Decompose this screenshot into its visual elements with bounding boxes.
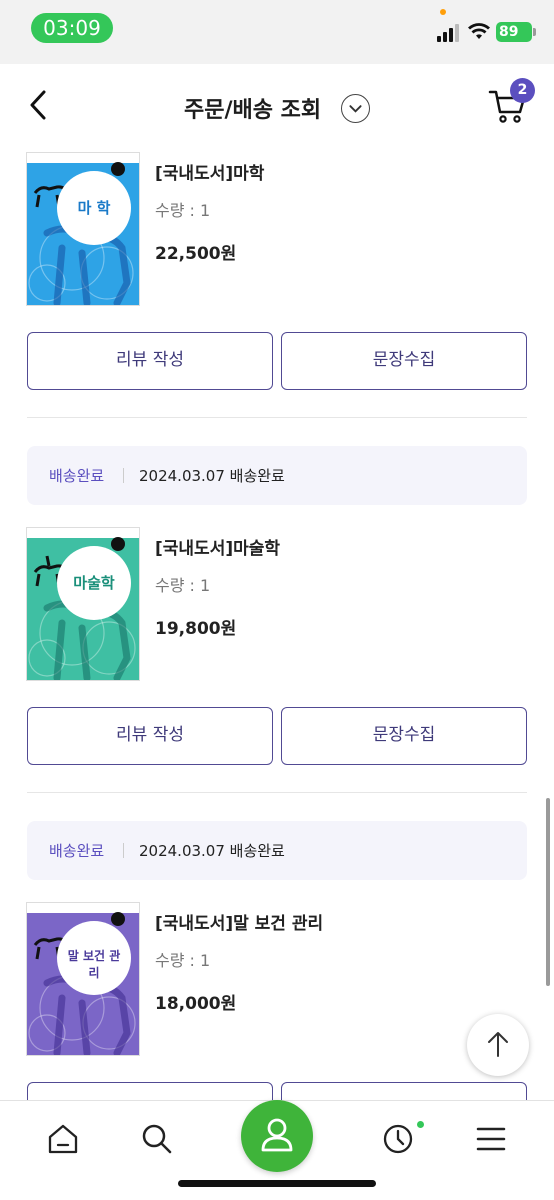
product-quantity: 수량 : 1	[155, 576, 211, 595]
back-icon[interactable]	[26, 88, 50, 122]
product-price: 19,800원	[155, 619, 237, 639]
privacy-indicator-icon	[440, 9, 446, 15]
delivery-status-label: 배송완료	[49, 467, 105, 485]
wifi-icon	[468, 23, 490, 39]
separator	[123, 468, 124, 483]
product-name[interactable]: [국내도서]말 보건 관리	[155, 909, 323, 934]
book-cover-title: 말 보건 관리	[67, 949, 121, 980]
battery-tip	[533, 28, 536, 36]
search-icon[interactable]	[139, 1121, 175, 1157]
scroll-to-top-button[interactable]	[467, 1014, 529, 1076]
book-cover[interactable]: 마 학	[27, 153, 139, 305]
delivery-status-box: 배송완료 2024.03.07 배송완료	[27, 821, 527, 880]
order-item[interactable]: 마 학 [국내도서]마학 수량 : 1 22,500원	[0, 153, 554, 313]
scrollbar[interactable]	[546, 798, 550, 986]
product-name[interactable]: [국내도서]마술학	[155, 534, 280, 559]
home-indicator	[178, 1180, 376, 1187]
person-icon	[261, 1118, 293, 1152]
separator	[123, 843, 124, 858]
divider	[27, 792, 527, 793]
notification-dot	[417, 1121, 424, 1128]
divider	[27, 417, 527, 418]
book-cover-title: 마 학	[77, 199, 111, 217]
write-review-button[interactable]: 리뷰 작성	[27, 707, 273, 765]
battery-level: 89	[496, 22, 532, 42]
order-item[interactable]: 마술학 [국내도서]마술학 수량 : 1 19,800원	[0, 528, 554, 688]
product-quantity: 수량 : 1	[155, 201, 211, 220]
page-title: 주문/배송 조회	[184, 98, 322, 123]
home-icon[interactable]	[45, 1121, 81, 1157]
product-quantity: 수량 : 1	[155, 951, 211, 970]
write-review-button[interactable]: 리뷰 작성	[27, 332, 273, 390]
collect-sentence-button[interactable]: 문장수집	[281, 332, 527, 390]
clock-icon[interactable]	[380, 1121, 416, 1157]
app-header: 주문/배송 조회	[0, 64, 554, 146]
product-price: 18,000원	[155, 994, 237, 1014]
product-price: 22,500원	[155, 244, 237, 264]
product-name[interactable]: [국내도서]마학	[155, 159, 264, 184]
signal-icon	[437, 24, 461, 42]
collect-sentence-button[interactable]: 문장수집	[281, 707, 527, 765]
book-cover-title: 마술학	[73, 574, 115, 592]
order-list: 마 학 [국내도서]마학 수량 : 1 22,500원 리뷰 작성 문장수집 배…	[0, 146, 554, 1100]
status-bar: 03:09 89	[0, 0, 554, 64]
book-cover[interactable]: 마술학	[27, 528, 139, 680]
arrow-up-icon	[488, 1032, 508, 1057]
delivery-date: 2024.03.07 배송완료	[139, 842, 285, 860]
delivery-status-box: 배송완료 2024.03.07 배송완료	[27, 446, 527, 505]
status-time: 03:09	[31, 13, 113, 43]
menu-icon[interactable]	[473, 1121, 509, 1157]
cart-count-badge: 2	[510, 78, 535, 103]
collect-sentence-button[interactable]	[281, 1082, 527, 1100]
delivery-date: 2024.03.07 배송완료	[139, 467, 285, 485]
write-review-button[interactable]	[27, 1082, 273, 1100]
delivery-status-label: 배송완료	[49, 842, 105, 860]
chevron-down-icon[interactable]	[341, 94, 370, 123]
my-page-button[interactable]	[241, 1100, 313, 1172]
book-cover[interactable]: 말 보건 관리	[27, 903, 139, 1055]
